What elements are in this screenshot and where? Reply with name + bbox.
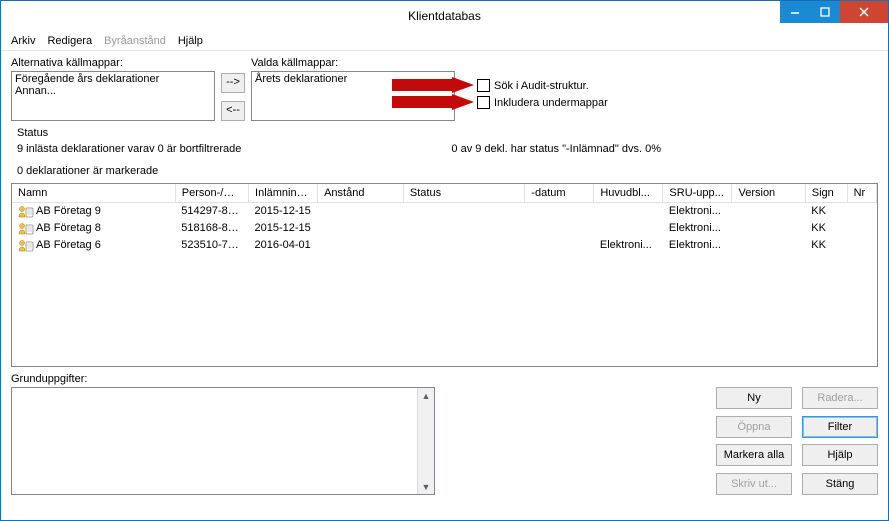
maximize-button[interactable] <box>810 1 840 23</box>
window-controls <box>780 1 888 23</box>
arrow-icon <box>392 77 476 95</box>
alt-folders-label: Alternativa källmappar: <box>11 57 215 69</box>
declarations-table[interactable]: Namn Person-/Or... Inlämning... Anstånd … <box>11 183 878 367</box>
table-row[interactable]: AB Företag 9 514297-89142015-12-15 Elektro… <box>12 203 877 220</box>
inkludera-checkbox[interactable] <box>477 96 490 109</box>
menu-byraanstand[interactable]: Byråanstånd <box>104 35 166 47</box>
cell-status <box>403 237 524 254</box>
sel-folders-label: Valda källmappar: <box>251 57 455 69</box>
cell-person: 523510-7256 <box>175 237 248 254</box>
cell-huvud: Elektroni... <box>594 237 663 254</box>
menubar: Arkiv Redigera Byråanstånd Hjälp <box>1 31 888 51</box>
status-label: Status <box>17 127 241 139</box>
cell-sru: Elektroni... <box>663 237 732 254</box>
minimize-button[interactable] <box>780 1 810 23</box>
cell-sru: Elektroni... <box>663 220 732 237</box>
checkbox-row-audit: Sök i Audit-struktur. <box>477 79 608 92</box>
cell-person: 518168-8481 <box>175 220 248 237</box>
col-sign[interactable]: Sign <box>805 184 847 203</box>
col-status[interactable]: Status <box>403 184 524 203</box>
radera-button[interactable]: Radera... <box>802 387 878 409</box>
arrow-icon <box>392 94 476 112</box>
cell-datum <box>525 220 594 237</box>
close-button[interactable] <box>840 1 888 23</box>
scrollbar[interactable]: ▲ ▼ <box>417 388 434 494</box>
grund-textarea[interactable]: ▲ ▼ <box>11 387 435 495</box>
grund-label: Grunduppgifter: <box>11 373 435 385</box>
minimize-icon <box>790 7 800 17</box>
cell-namn: AB Företag 6 <box>36 239 101 251</box>
maximize-icon <box>820 7 830 17</box>
col-person[interactable]: Person-/Or... <box>175 184 248 203</box>
cell-version <box>732 220 805 237</box>
markera-alla-button[interactable]: Markera alla <box>716 444 792 466</box>
table-row[interactable]: AB Företag 6 523510-72562016-04-01 Elektro… <box>12 237 877 254</box>
cell-sign: KK <box>805 220 847 237</box>
cell-nr <box>847 237 876 254</box>
table-row[interactable]: AB Företag 8 518168-84812015-12-15 Elektro… <box>12 220 877 237</box>
cell-sign: KK <box>805 237 847 254</box>
sok-audit-checkbox[interactable] <box>477 79 490 92</box>
cell-nr <box>847 203 876 220</box>
list-item[interactable]: Annan... <box>15 85 211 97</box>
sok-audit-label: Sök i Audit-struktur. <box>494 80 589 92</box>
cell-version <box>732 237 805 254</box>
table-header-row: Namn Person-/Or... Inlämning... Anstånd … <box>12 184 877 203</box>
col-namn[interactable]: Namn <box>12 184 175 203</box>
col-inl[interactable]: Inlämning... <box>249 184 318 203</box>
window-titlebar: Klientdatabas <box>1 1 888 31</box>
status-right: 0 av 9 dekl. har status "-Inlämnad" dvs.… <box>451 127 661 177</box>
scroll-up-icon[interactable]: ▲ <box>419 388 434 403</box>
move-right-button[interactable]: --> <box>221 73 245 93</box>
cell-datum <box>525 237 594 254</box>
cell-sign: KK <box>805 203 847 220</box>
scroll-down-icon[interactable]: ▼ <box>419 479 434 494</box>
status-line-1: 9 inlästa deklarationer varav 0 är bortf… <box>17 143 241 155</box>
inkludera-label: Inkludera undermappar <box>494 97 608 109</box>
stang-button[interactable]: Stäng <box>802 473 878 495</box>
cell-datum <box>525 203 594 220</box>
menu-arkiv[interactable]: Arkiv <box>11 35 35 47</box>
checkbox-row-undermappar: Inkludera undermappar <box>477 96 608 109</box>
cell-anstand <box>318 203 404 220</box>
cell-inl: 2016-04-01 <box>249 237 318 254</box>
ny-button[interactable]: Ny <box>716 387 792 409</box>
hjalp-button[interactable]: Hjälp <box>802 444 878 466</box>
menu-hjalp[interactable]: Hjälp <box>178 35 203 47</box>
col-sru[interactable]: SRU-upp... <box>663 184 732 203</box>
client-icon <box>18 239 32 251</box>
col-huvud[interactable]: Huvudbl... <box>594 184 663 203</box>
cell-anstand <box>318 220 404 237</box>
col-anstand[interactable]: Anstånd <box>318 184 404 203</box>
cell-person: 514297-8914 <box>175 203 248 220</box>
cell-huvud <box>594 220 663 237</box>
cell-status <box>403 220 524 237</box>
cell-sru: Elektroni... <box>663 203 732 220</box>
cell-anstand <box>318 237 404 254</box>
col-nr[interactable]: Nr <box>847 184 876 203</box>
cell-inl: 2015-12-15 <box>249 203 318 220</box>
col-datum[interactable]: -datum <box>525 184 594 203</box>
cell-namn: AB Företag 8 <box>36 222 101 234</box>
oppna-button[interactable]: Öppna <box>716 416 792 438</box>
cell-huvud <box>594 203 663 220</box>
menu-redigera[interactable]: Redigera <box>47 35 92 47</box>
alt-folders-listbox[interactable]: Föregående års deklarationer Annan... <box>11 71 215 121</box>
list-item[interactable]: Föregående års deklarationer <box>15 73 211 85</box>
cell-version <box>732 203 805 220</box>
col-version[interactable]: Version <box>732 184 805 203</box>
cell-status <box>403 203 524 220</box>
window-title: Klientdatabas <box>408 9 481 23</box>
cell-inl: 2015-12-15 <box>249 220 318 237</box>
move-left-button[interactable]: <-- <box>221 101 245 121</box>
skriv-ut-button[interactable]: Skriv ut... <box>716 473 792 495</box>
cell-namn: AB Företag 9 <box>36 205 101 217</box>
cell-nr <box>847 220 876 237</box>
client-icon <box>18 205 32 217</box>
status-line-2: 0 deklarationer är markerade <box>17 165 241 177</box>
filter-button[interactable]: Filter <box>802 416 878 438</box>
close-icon <box>858 6 870 18</box>
client-icon <box>18 222 32 234</box>
